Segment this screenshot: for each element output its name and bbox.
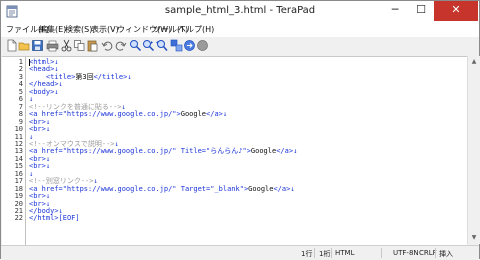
- status-line: 1行: [301, 250, 313, 258]
- code-token-str: "_blank": [210, 184, 244, 193]
- code-line: <a href="https://www.google.co.jp/" Titl…: [29, 148, 297, 155]
- menu-bar: ファイル(F) 編集(E) 検索(S) 表示(V) ウィンドウ(W) ツール(T…: [1, 23, 479, 37]
- code-text[interactable]: <html>↓ <head>↓ <title>第3回</title>↓ </head…: [29, 57, 464, 245]
- save-file-icon[interactable]: [31, 39, 44, 52]
- minimize-button[interactable]: ─: [382, 1, 408, 21]
- code-token-tag: Target=: [176, 184, 211, 193]
- new-file-icon[interactable]: [5, 39, 18, 52]
- status-column: 1桁: [319, 250, 331, 258]
- status-bar: 1行 1桁 HTML UTF-8N CRLF 挿入: [1, 245, 479, 260]
- maximize-button[interactable]: ☐: [408, 1, 434, 21]
- code-line: <a href="https://www.google.co.jp/">Goog…: [29, 111, 227, 118]
- code-token-tag: ↓: [45, 125, 51, 134]
- vertical-scrollbar[interactable]: ▲ ▼: [467, 56, 480, 244]
- find-previous-icon[interactable]: [155, 39, 168, 52]
- code-token-tag: </a>: [276, 147, 294, 156]
- stop-icon[interactable]: [196, 39, 209, 52]
- code-token-tag: ↓: [58, 80, 63, 89]
- copy-icon[interactable]: [73, 39, 86, 52]
- code-token-plain: Google: [180, 110, 207, 119]
- status-encoding: UTF-8N: [393, 249, 419, 257]
- code-token-tag: ↓: [293, 147, 298, 156]
- code-token-plain: Google: [250, 147, 277, 156]
- code-line: </html>[EOF]: [29, 215, 80, 222]
- find-next-icon[interactable]: [142, 39, 155, 52]
- code-token-plain: Google: [248, 184, 274, 193]
- paste-icon[interactable]: [86, 39, 99, 52]
- code-token-str: "らんらん♪": [206, 147, 247, 156]
- redo-icon[interactable]: [114, 39, 127, 52]
- code-token-tag: ↓: [127, 72, 132, 81]
- code-line: <body>↓: [29, 87, 59, 96]
- cut-icon[interactable]: [60, 39, 73, 52]
- code-token-tag: ↓: [45, 162, 51, 171]
- print-icon[interactable]: [46, 39, 59, 52]
- status-insert-mode: 挿入: [439, 250, 453, 258]
- code-token-tag: </html>: [29, 214, 59, 223]
- code-token-str: "https://www.google.co.jp/": [62, 147, 177, 156]
- close-button[interactable]: ✕: [434, 1, 478, 21]
- code-token-tag: </title>: [93, 72, 128, 81]
- terapad-window: sample_html_3.html - TeraPad ─ ☐ ✕ ファイル(…: [0, 0, 480, 260]
- code-token-tag: ↓: [290, 184, 295, 193]
- code-token-tag: Title=: [176, 147, 207, 156]
- scroll-up-arrow-icon[interactable]: ▲: [470, 58, 478, 66]
- find-icon[interactable]: [129, 39, 142, 52]
- editor-area[interactable]: 1 2 3 4 5 6 7 8 9 10 11 12 13 14 15 16 17 18 19 20 21 22 <htm…: [2, 56, 467, 245]
- replace-icon[interactable]: [170, 39, 183, 52]
- jump-icon[interactable]: [183, 39, 196, 52]
- line-number: 10: [14, 125, 23, 134]
- code-token-tag: ↓: [54, 87, 59, 96]
- code-token-plain: 第3回: [75, 72, 94, 81]
- code-token-str: "https://www.google.co.jp/": [62, 110, 177, 119]
- line-number-gutter: 1 2 3 4 5 6 7 8 9 10 11 12 13 14 15 16 17 18 19 20 21 22: [2, 57, 26, 245]
- code-token-tag: </a>: [273, 184, 291, 193]
- line-number: 22: [14, 214, 23, 223]
- text-cursor: [29, 59, 30, 66]
- toolbar: [1, 37, 479, 55]
- code-token-eof: [EOF]: [58, 214, 80, 223]
- code-token-str: "https://www.google.co.jp/": [62, 184, 177, 193]
- code-token-tag: ↓: [222, 110, 228, 119]
- menu-edit[interactable]: 編集(E): [39, 24, 66, 35]
- undo-icon[interactable]: [101, 39, 114, 52]
- menu-view[interactable]: 表示(V): [91, 24, 119, 35]
- menu-search[interactable]: 検索(S): [65, 24, 92, 35]
- scroll-down-arrow-icon[interactable]: ▼: [470, 234, 478, 242]
- status-mode: HTML: [335, 249, 355, 257]
- title-bar[interactable]: sample_html_3.html - TeraPad ─ ☐ ✕: [1, 1, 479, 23]
- open-file-icon[interactable]: [18, 39, 31, 52]
- menu-help[interactable]: ヘルプ(H): [178, 24, 214, 35]
- code-token-tag: </a>: [206, 110, 223, 119]
- code-line: <a href="https://www.google.co.jp/" Targ…: [29, 184, 295, 193]
